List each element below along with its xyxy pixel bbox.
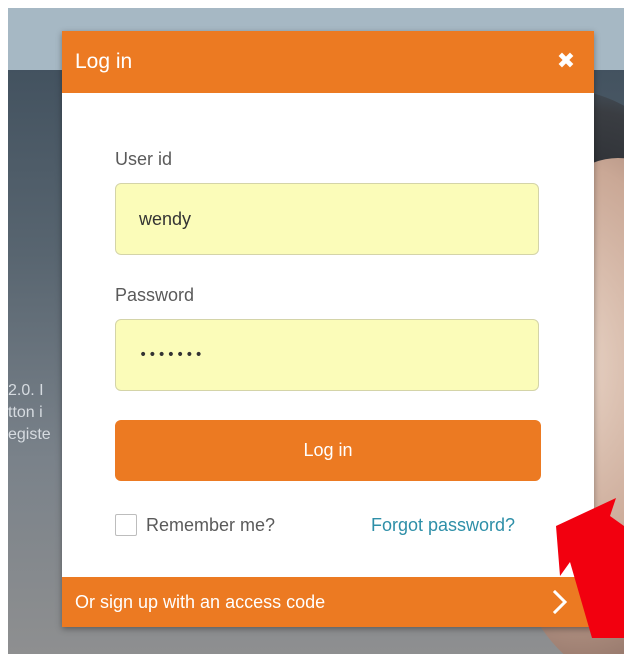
modal-header: Log in ✖ [62,31,594,93]
forgot-password-link[interactable]: Forgot password? [371,514,515,536]
user-id-field[interactable] [115,183,539,255]
close-button[interactable]: ✖ [552,47,580,75]
modal-title: Log in [75,50,133,73]
user-id-label: User id [115,149,173,169]
password-label: Password [115,285,195,305]
signup-access-code-bar[interactable]: Or sign up with an access code [62,577,594,627]
remember-me-label: Remember me? [146,515,276,535]
annotation-arrow-icon [556,498,624,638]
signup-access-code-label: Or sign up with an access code [75,592,326,612]
screenshot-stage: 2.0. I tton i egiste Log in ✖ User id Pa… [0,0,624,662]
password-field[interactable] [115,319,539,391]
login-button[interactable]: Log in [115,420,541,481]
close-icon: ✖ [556,48,576,74]
remember-me-option[interactable]: Remember me? [115,513,275,537]
remember-me-checkbox[interactable] [115,514,137,536]
login-modal: Log in ✖ User id Password Log in Remembe… [62,31,594,627]
